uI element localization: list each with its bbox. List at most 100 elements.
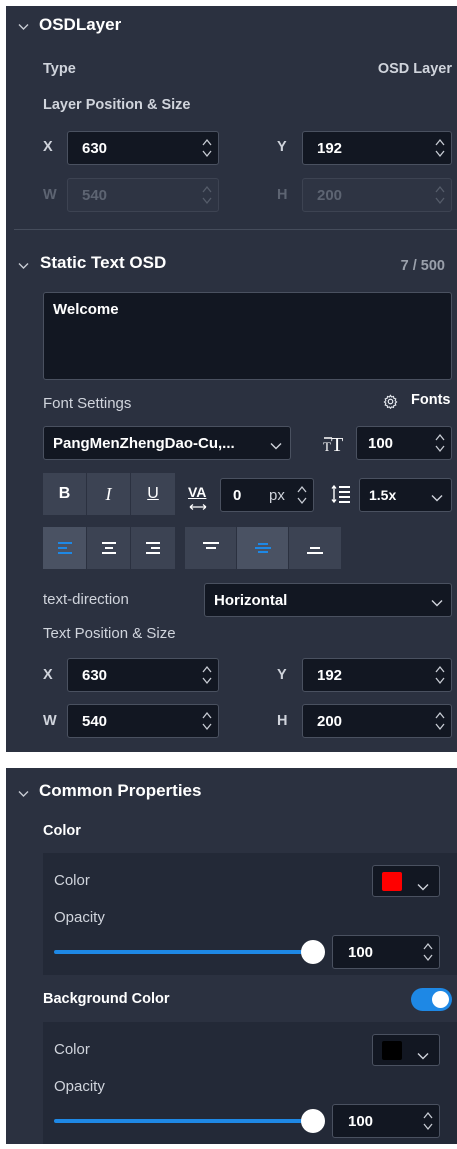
layer-h-label: H — [277, 187, 288, 203]
svg-text:T: T — [331, 434, 343, 454]
spinner-icon[interactable] — [435, 137, 445, 159]
text-w-input[interactable]: 540 — [67, 704, 219, 738]
text-content-value: Welcome — [53, 301, 119, 318]
opacity-label: Opacity — [54, 909, 105, 926]
bg-opacity-slider-thumb[interactable] — [301, 1109, 325, 1133]
align-left-button[interactable] — [43, 527, 87, 569]
align-bottom-button[interactable] — [289, 527, 341, 569]
osdlayer-section-header[interactable]: OSDLayer — [18, 15, 218, 37]
common-properties-panel: Common Properties Color Color Opacity 10… — [6, 768, 457, 1144]
chevron-down-icon — [417, 878, 429, 895]
fonts-link-label: Fonts — [411, 392, 451, 408]
align-right-button[interactable] — [131, 527, 175, 569]
color-swatch — [382, 872, 402, 891]
background-color-label: Background Color — [43, 991, 170, 1007]
text-w-value: 540 — [82, 712, 108, 730]
chevron-down-icon — [431, 594, 443, 611]
spinner-icon[interactable] — [202, 137, 212, 159]
osd-properties-panel: OSDLayer Type OSD Layer Layer Position &… — [6, 6, 457, 752]
spinner-icon[interactable] — [435, 664, 445, 686]
line-height-select[interactable]: 1.5x — [359, 478, 452, 512]
svg-text:T: T — [323, 439, 331, 454]
spinner-icon[interactable] — [202, 710, 212, 732]
spinner-icon[interactable] — [435, 432, 445, 454]
spinner-icon[interactable] — [435, 710, 445, 732]
text-style-group: B I U — [43, 473, 175, 515]
bold-button[interactable]: B — [43, 473, 87, 515]
align-middle-button[interactable] — [237, 527, 289, 569]
font-family-value: PangMenZhengDao-Cu,... — [53, 434, 235, 452]
align-top-icon — [202, 542, 219, 549]
text-h-input[interactable]: 200 — [302, 704, 452, 738]
text-h-value: 200 — [317, 712, 343, 730]
opacity-input[interactable]: 100 — [332, 935, 440, 969]
align-middle-icon — [254, 543, 271, 553]
common-properties-title: Common Properties — [39, 781, 202, 800]
letter-spacing-arrow-icon — [189, 498, 207, 515]
section-divider — [14, 229, 457, 230]
text-direction-select[interactable]: Horizontal — [204, 583, 452, 617]
bg-color-label: Color — [54, 1041, 90, 1058]
layer-position-size-label: Layer Position & Size — [43, 97, 191, 113]
color-subpanel: Color Opacity 100 — [43, 853, 457, 975]
font-family-select[interactable]: PangMenZhengDao-Cu,... — [43, 426, 291, 460]
spinner-icon[interactable] — [423, 941, 433, 963]
color-picker[interactable] — [372, 865, 440, 897]
font-settings-label: Font Settings — [43, 395, 132, 412]
layer-w-label: W — [43, 187, 57, 203]
layer-w-value: 540 — [82, 186, 108, 204]
font-size-input[interactable]: 100 — [356, 426, 452, 460]
line-height-icon — [331, 484, 351, 508]
text-x-label: X — [43, 667, 53, 683]
text-content-textarea[interactable]: Welcome — [43, 292, 452, 380]
chevron-down-icon — [270, 437, 282, 454]
text-y-input[interactable]: 192 — [302, 658, 452, 692]
layer-y-input[interactable]: 192 — [302, 131, 452, 165]
letter-spacing-value: 0 — [233, 486, 242, 504]
opacity-slider-track[interactable] — [54, 950, 312, 954]
spinner-icon[interactable] — [202, 664, 212, 686]
spinner-icon[interactable] — [423, 1110, 433, 1132]
spinner-icon[interactable] — [297, 484, 307, 506]
text-x-value: 630 — [82, 666, 108, 684]
text-x-input[interactable]: 630 — [67, 658, 219, 692]
common-properties-header[interactable]: Common Properties — [18, 781, 258, 803]
letter-spacing-input[interactable]: 0 px — [220, 478, 314, 512]
bg-color-picker[interactable] — [372, 1034, 440, 1066]
align-top-button[interactable] — [185, 527, 237, 569]
chevron-down-icon — [417, 1047, 429, 1064]
text-direction-label: text-direction — [43, 591, 129, 608]
bg-opacity-label: Opacity — [54, 1078, 105, 1095]
background-color-toggle[interactable] — [411, 988, 452, 1011]
layer-y-value: 192 — [317, 139, 343, 157]
text-h-label: H — [277, 713, 288, 729]
align-bottom-icon — [307, 547, 323, 554]
text-w-label: W — [43, 713, 57, 729]
static-text-title: Static Text OSD — [40, 253, 167, 272]
italic-button[interactable]: I — [87, 473, 131, 515]
type-value: OSD Layer — [377, 61, 452, 77]
gear-icon — [383, 394, 398, 413]
align-center-button[interactable] — [87, 527, 131, 569]
underline-button[interactable]: U — [131, 473, 175, 515]
layer-x-value: 630 — [82, 139, 108, 157]
layer-x-input[interactable]: 630 — [67, 131, 219, 165]
toggle-knob — [432, 991, 449, 1008]
text-position-size-label: Text Position & Size — [43, 625, 176, 642]
vertical-align-group — [185, 527, 341, 569]
chevron-down-icon — [431, 489, 443, 505]
text-direction-value: Horizontal — [214, 591, 288, 609]
bg-opacity-slider-track[interactable] — [54, 1119, 312, 1123]
line-height-value: 1.5x — [369, 487, 397, 503]
type-label: Type — [43, 61, 76, 77]
spinner-icon — [435, 184, 445, 206]
horizontal-align-group — [43, 527, 175, 569]
bg-opacity-input[interactable]: 100 — [332, 1104, 440, 1138]
font-size-value: 100 — [368, 434, 394, 452]
static-text-section-header[interactable]: Static Text OSD — [18, 253, 218, 275]
fonts-link[interactable]: Fonts — [383, 392, 455, 412]
text-y-label: Y — [277, 667, 287, 683]
align-center-icon — [101, 542, 116, 554]
opacity-value: 100 — [348, 943, 374, 961]
opacity-slider-thumb[interactable] — [301, 940, 325, 964]
